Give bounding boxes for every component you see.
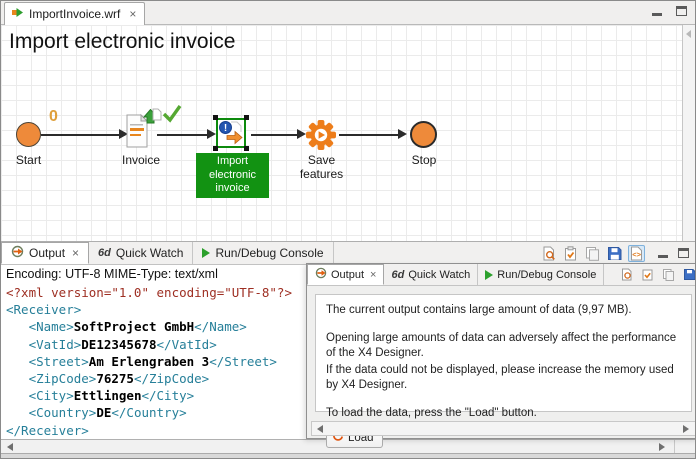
output-icon <box>315 267 327 282</box>
message-line: To load the data, press the "Load" butto… <box>326 406 681 421</box>
run-icon <box>202 248 210 258</box>
message-line: The current output contains large amount… <box>326 303 681 318</box>
output-panel-tab-bar: Output × 6d Quick Watch Run/Debug Consol… <box>1 241 695 265</box>
overlay-horizontal-scrollbar[interactable] <box>311 421 696 436</box>
preview-icon[interactable] <box>540 245 557 262</box>
tab-output-label: Output <box>331 269 364 281</box>
maximize-view-icon[interactable] <box>676 6 687 16</box>
tab-title: ImportInvoice.wrf <box>29 7 120 21</box>
tab-quick-watch-label: Quick Watch <box>408 269 470 281</box>
save-features-node-label: Save features <box>285 153 358 181</box>
overlay-tab-bar: Output × 6d Quick Watch Run/Debug Consol… <box>307 264 696 286</box>
run-icon <box>485 270 493 280</box>
copy-icon[interactable] <box>660 266 677 283</box>
output-icon <box>11 245 24 261</box>
close-icon[interactable]: × <box>129 8 136 20</box>
save-icon[interactable] <box>681 266 696 283</box>
scroll-left-icon[interactable] <box>317 425 323 433</box>
minimize-view-icon[interactable] <box>652 13 662 16</box>
scroll-right-icon[interactable] <box>683 425 689 433</box>
tab-run-debug-console-label: Run/Debug Console <box>215 246 323 260</box>
import-electronic-invoice-node[interactable]: ! <box>216 118 246 148</box>
large-output-message: The current output contains large amount… <box>315 294 692 412</box>
selection-handle[interactable] <box>213 146 218 151</box>
workflow-canvas[interactable]: Import electronic invoice Start 0 Invoic… <box>1 25 695 241</box>
edge-counter: 0 <box>49 108 58 126</box>
start-node[interactable] <box>16 122 41 147</box>
message-line: Opening large amounts of data can advers… <box>326 331 681 361</box>
edge-start-invoice <box>41 134 121 136</box>
start-node-label: Start <box>1 153 56 167</box>
editor-tab-bar: ImportInvoice.wrf × <box>1 1 695 25</box>
tab-output-label: Output <box>29 246 65 260</box>
maximize-view-icon[interactable] <box>678 248 689 258</box>
svg-text:!: ! <box>224 123 227 134</box>
workflow-file-icon <box>11 6 24 22</box>
output-overlay-panel: Output × 6d Quick Watch Run/Debug Consol… <box>306 263 696 439</box>
glasses-icon: 6d <box>391 269 404 281</box>
invoice-node-label: Invoice <box>113 153 169 167</box>
x4-designer-window: ImportInvoice.wrf × Import electronic in… <box>0 0 696 459</box>
copy-icon[interactable] <box>584 245 601 262</box>
selection-handle[interactable] <box>244 146 249 151</box>
workflow-title: Import electronic invoice <box>9 30 235 54</box>
file-icon <box>152 108 162 124</box>
edge-invoice-import <box>157 134 208 136</box>
tab-quick-watch[interactable]: 6d Quick Watch <box>384 264 478 285</box>
stop-node[interactable] <box>410 121 437 148</box>
message-line: If the data could not be displayed, plea… <box>326 363 681 393</box>
tab-quick-watch-label: Quick Watch <box>116 246 184 260</box>
edge-save-stop <box>339 134 399 136</box>
tab-output[interactable]: Output × <box>1 242 89 264</box>
close-icon[interactable]: × <box>370 269 376 281</box>
tab-quick-watch[interactable]: 6d Quick Watch <box>89 242 193 264</box>
tab-run-debug-console[interactable]: Run/Debug Console <box>193 242 333 264</box>
window-bottom-edge <box>1 453 695 459</box>
arrowhead-icon <box>398 129 407 139</box>
tab-importinvoice-wrf[interactable]: ImportInvoice.wrf × <box>4 2 145 25</box>
arrowhead-icon <box>207 129 216 139</box>
preview-icon[interactable] <box>618 266 635 283</box>
scrollbar-arrow-icon[interactable] <box>686 30 691 38</box>
tab-run-debug-console[interactable]: Run/Debug Console <box>478 264 604 285</box>
stop-node-label: Stop <box>397 153 451 167</box>
import-node-label: Import electronic invoice <box>196 153 269 198</box>
minimize-view-icon[interactable] <box>658 255 668 258</box>
check-icon <box>162 104 182 126</box>
edge-import-save <box>251 134 298 136</box>
save-features-node[interactable] <box>305 119 337 154</box>
validate-icon[interactable] <box>562 245 579 262</box>
glasses-icon: 6d <box>98 247 111 259</box>
selection-handle[interactable] <box>213 115 218 120</box>
source-icon[interactable]: <> <box>628 245 645 262</box>
validate-icon[interactable] <box>639 266 656 283</box>
tab-run-debug-console-label: Run/Debug Console <box>497 269 596 281</box>
selection-handle[interactable] <box>244 115 249 120</box>
canvas-vertical-scrollbar[interactable] <box>682 25 695 241</box>
save-icon[interactable] <box>606 245 623 262</box>
close-icon[interactable]: × <box>72 246 79 260</box>
svg-text:<>: <> <box>632 250 641 259</box>
scroll-left-icon[interactable] <box>7 443 13 451</box>
tab-output[interactable]: Output × <box>307 264 384 285</box>
